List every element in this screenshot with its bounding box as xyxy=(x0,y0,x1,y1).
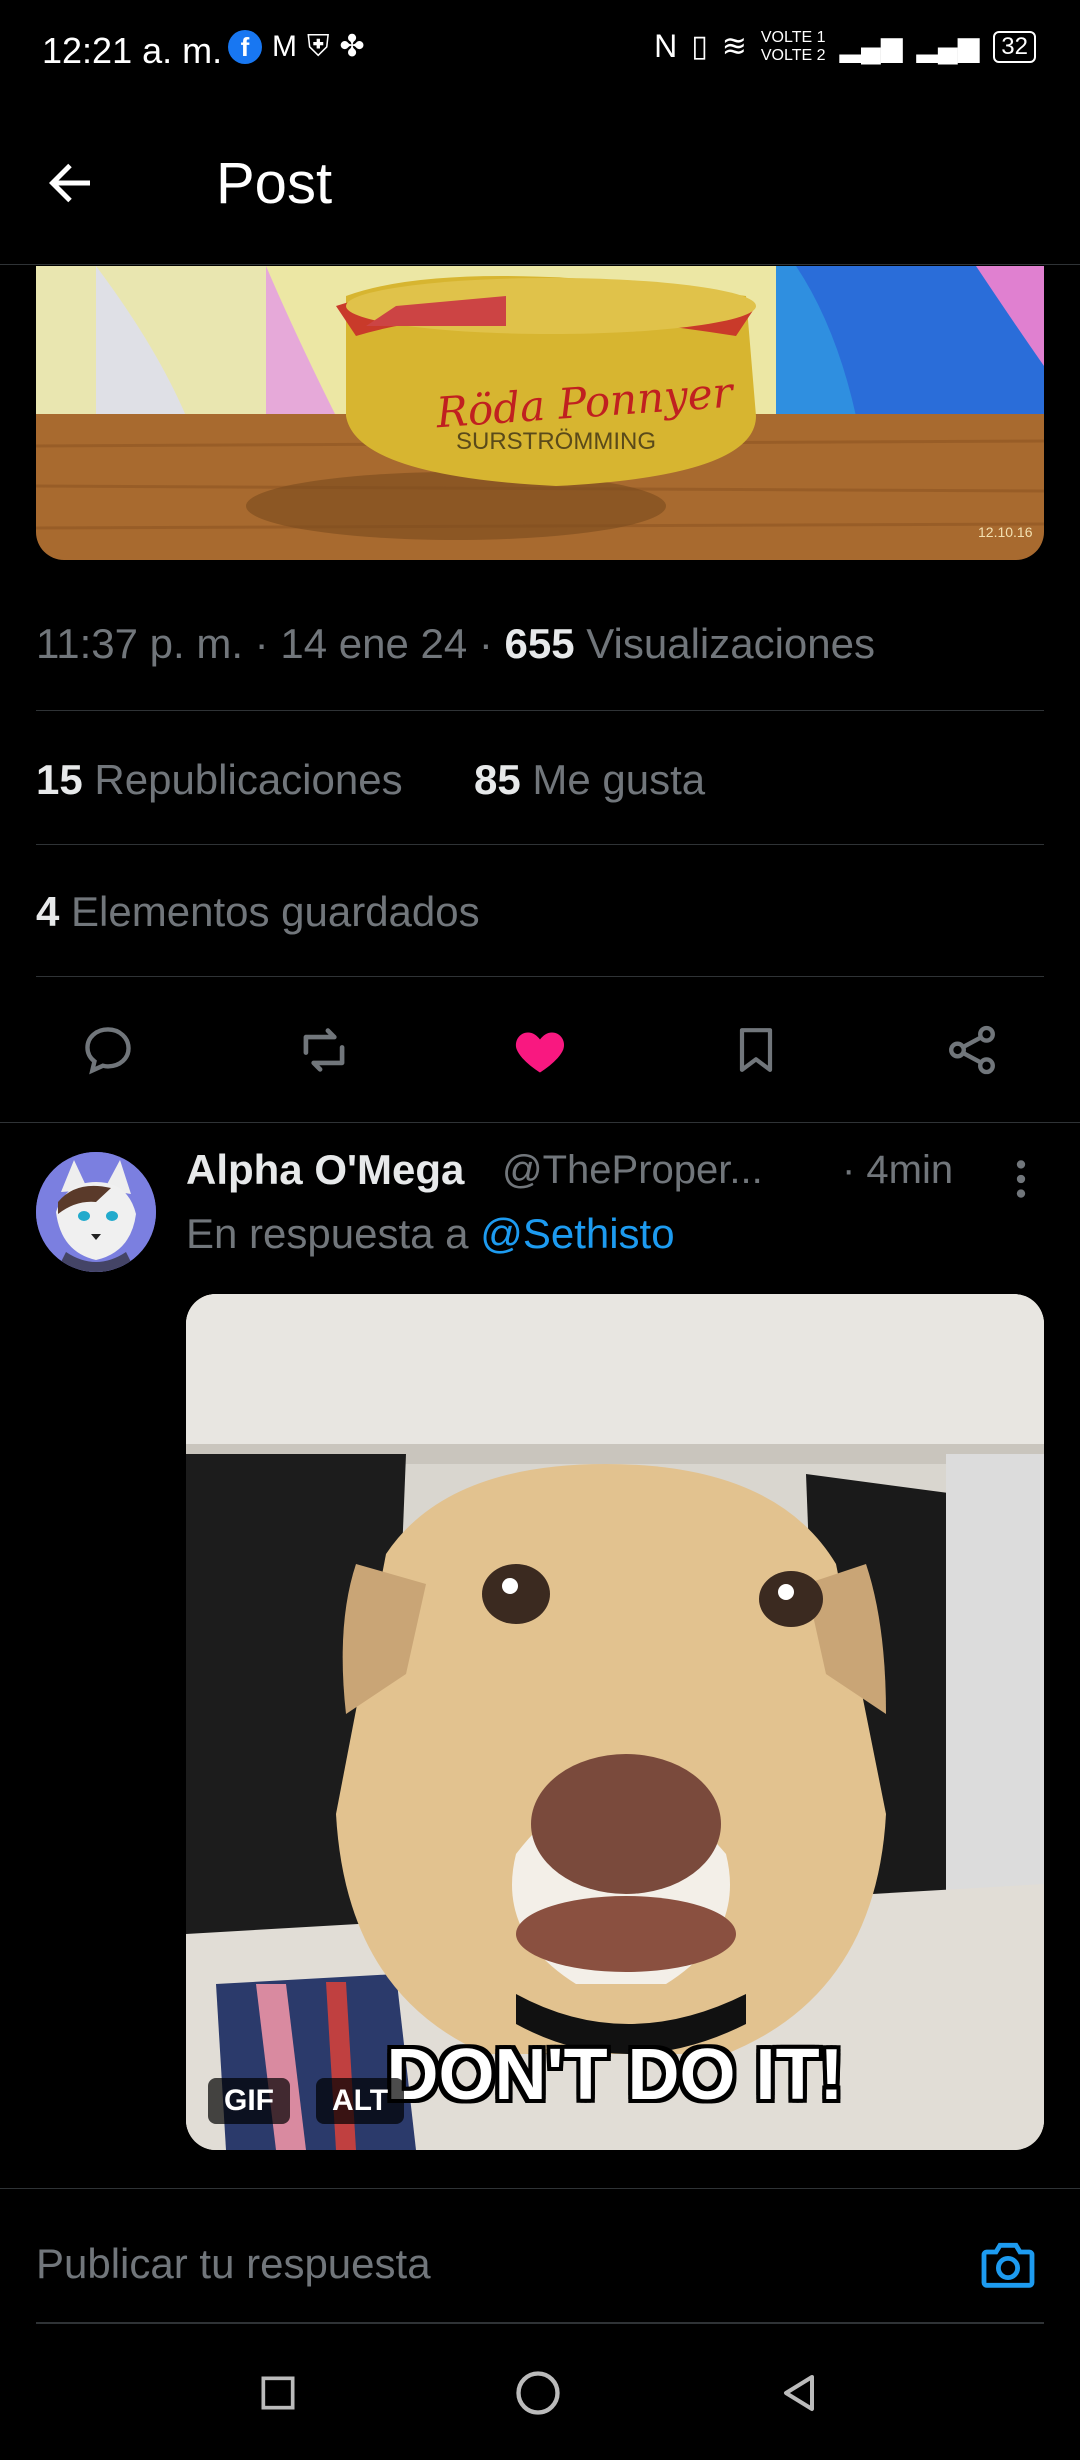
post-actions-bar xyxy=(36,1000,1044,1100)
like-button[interactable] xyxy=(508,1018,572,1082)
facebook-icon: f xyxy=(228,30,262,64)
volte1-label: VOLTE 1 xyxy=(760,28,826,46)
reply-button[interactable] xyxy=(76,1018,140,1082)
alt-badge[interactable]: ALT xyxy=(316,2078,405,2124)
reposts-count: 15 xyxy=(36,756,83,803)
notification-icons: f M ⛨ ✤ xyxy=(228,30,365,64)
circle-icon xyxy=(516,2370,560,2415)
back-button[interactable] xyxy=(40,145,130,225)
triangle-back-icon xyxy=(784,2374,814,2411)
share-icon xyxy=(949,1025,995,1075)
bookmark-button[interactable] xyxy=(724,1018,788,1082)
vibrate-icon: ▯ xyxy=(691,30,708,63)
views-count[interactable]: 655 xyxy=(505,620,575,667)
home-button[interactable] xyxy=(512,2367,564,2424)
status-time: 12:21 a. m. xyxy=(42,30,223,71)
square-icon xyxy=(261,2376,295,2409)
reply-to-prefix: En respuesta a xyxy=(186,1210,469,1257)
nfc-icon: Ν xyxy=(654,28,678,64)
wifi-icon: ≋ xyxy=(721,30,747,63)
post-image[interactable]: Röda Ponnyer SURSTRÖMMING 12.10.16 xyxy=(36,266,1044,560)
likes-count: 85 xyxy=(474,756,521,803)
divider xyxy=(0,1122,1080,1123)
bookmarks-stat[interactable]: 4 Elementos guardados xyxy=(36,888,480,936)
divider xyxy=(36,976,1044,977)
repost-button[interactable] xyxy=(292,1018,356,1082)
wolf-avatar-image xyxy=(36,1152,156,1272)
page-title: Post xyxy=(216,151,333,216)
reply-to-handle-link[interactable]: @Sethisto xyxy=(480,1210,674,1257)
system-icons: Ν ▯ ≋ VOLTE 1 VOLTE 2 ▂▄▆ ▂▄▆ 32 xyxy=(654,28,1036,65)
camera-button[interactable] xyxy=(976,2232,1040,2296)
artist-date-text: 12.10.16 xyxy=(978,524,1033,540)
avatar[interactable] xyxy=(36,1152,156,1272)
arrow-left-icon xyxy=(49,163,90,203)
more-vertical-icon xyxy=(1016,1160,1026,1198)
post-timestamp-views: 11:37 p. m. · 14 ene 24 · 655 Visualizac… xyxy=(36,620,876,667)
back-nav-button[interactable] xyxy=(776,2369,824,2422)
dog-gif-image xyxy=(186,1294,1044,2150)
volte-indicator: VOLTE 1 VOLTE 2 xyxy=(761,29,826,65)
reposts-label: Republicaciones xyxy=(94,756,403,803)
repost-icon xyxy=(303,1028,345,1072)
battery-icon: 32 xyxy=(993,30,1036,63)
reply-input[interactable]: Publicar tu respuesta xyxy=(36,2240,431,2288)
gif-badge: GIF xyxy=(208,2078,290,2124)
reply-time[interactable]: · 4min xyxy=(842,1148,953,1193)
can-product-text: SURSTRÖMMING xyxy=(456,428,656,455)
recents-button[interactable] xyxy=(256,2371,300,2420)
reply-author-name[interactable]: Alpha O'Mega xyxy=(186,1146,464,1194)
reply-gif[interactable]: DON'T DO IT! GIF ALT xyxy=(186,1294,1044,2150)
pinwheel-icon: ✤ xyxy=(339,30,365,63)
post-date: 14 ene 24 xyxy=(280,620,468,667)
gif-caption: DON'T DO IT! xyxy=(386,2035,844,2115)
post-time: 11:37 p. m. xyxy=(36,620,244,667)
top-app-bar xyxy=(0,100,1080,265)
gmail-icon: M xyxy=(272,30,297,63)
camera-icon xyxy=(981,2242,1035,2288)
bookmarks-label: Elementos guardados xyxy=(71,888,480,935)
reposts-stat[interactable]: 15 Republicaciones xyxy=(36,756,403,804)
divider xyxy=(36,710,1044,711)
views-label[interactable]: Visualizaciones xyxy=(586,620,875,667)
signal-icon: ▂▄▆ xyxy=(916,31,980,62)
bookmarks-count: 4 xyxy=(36,888,60,935)
share-button[interactable] xyxy=(940,1018,1004,1082)
bookmark-icon xyxy=(739,1028,773,1072)
likes-label: Me gusta xyxy=(532,756,706,803)
divider xyxy=(36,844,1044,845)
volte2-label: VOLTE 2 xyxy=(760,46,826,64)
reply-context: En respuesta a @Sethisto xyxy=(186,1210,675,1258)
status-bar: 12:21 a. m. f M ⛨ ✤ Ν ▯ ≋ VOLTE 1 VOLTE … xyxy=(0,0,1080,100)
reply-icon xyxy=(85,1027,131,1075)
more-options-button[interactable] xyxy=(1006,1154,1036,1204)
composer-underline xyxy=(36,2322,1044,2324)
likes-stat[interactable]: 85 Me gusta xyxy=(474,756,705,804)
system-navigation-bar xyxy=(0,2330,1080,2460)
vpn-shield-icon: ⛨ xyxy=(307,30,330,63)
signal-icon: ▂▄▆ xyxy=(839,31,903,62)
like-icon xyxy=(515,1032,565,1073)
reply-author-handle[interactable]: @TheProper... xyxy=(502,1148,763,1193)
